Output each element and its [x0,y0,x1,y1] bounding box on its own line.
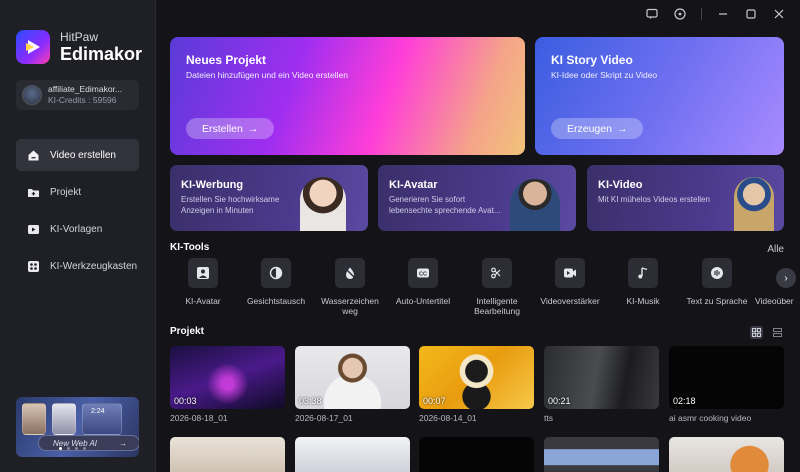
carousel-dots [59,447,86,450]
painting-image [734,177,774,231]
sidebar: HitPaw Edimakor affiliate_Edimakor... KI… [0,0,156,472]
project-item[interactable]: 00:21 tts [544,346,659,423]
feature-subtitle: Mit KI mühelos Videos erstellen [598,195,710,204]
arrow-right-icon: → [247,122,259,135]
projects-title: Projekt [170,326,204,337]
account-name: affiliate_Edimakor... [48,84,123,94]
feature-subtitle: Erstellen Sie hochwirksame Anzeigen in M… [181,195,280,215]
project-item[interactable]: 02:18 ai asmr cooking video [669,346,784,423]
story-video-title: KI Story Video [551,53,633,67]
promo-thumb [52,403,76,435]
project-thumbnail-partial[interactable] [419,437,534,472]
project-thumbnail-partial[interactable] [170,437,285,472]
avatar [22,85,42,105]
tool-text-zu-sprache[interactable]: Text zu Sprache [682,258,752,306]
main-content: Neues Projekt Dateien hinzufügen und ein… [156,0,800,472]
watermark-remove-icon [335,258,365,288]
project-thumbnail: 00:03 [170,346,285,409]
tool-gesichtstausch[interactable]: Gesichtstausch [241,258,311,306]
project-thumbnail: 00:21 [544,346,659,409]
promo-thumb [22,403,46,435]
project-thumbnail: 03:38 [295,346,410,409]
tools-next-button[interactable]: › [776,268,796,288]
promo-time: 2:24 [91,408,105,415]
new-project-title: Neues Projekt [186,53,267,67]
toolbox-icon [26,259,40,273]
video-enhance-icon [555,258,585,288]
generate-button[interactable]: Erzeugen → [551,118,644,139]
template-icon [26,222,40,236]
music-icon [628,258,658,288]
tool-ki-avatar[interactable]: KI-Avatar [168,258,238,306]
sidebar-item-projekt[interactable]: Projekt [16,176,139,208]
project-thumbnail-partial[interactable] [544,437,659,472]
tool-videoverstaerker[interactable]: Videoverstärker [535,258,605,306]
project-thumbnail: 00:07 [419,346,534,409]
grid-view-icon[interactable] [750,326,763,339]
account-card[interactable]: affiliate_Edimakor... KI-Credits : 59596 [16,80,139,110]
face-swap-icon [261,258,291,288]
tts-icon [702,258,732,288]
presenter-image [300,177,346,231]
tools-row: KI-Avatar Gesichtstausch Wasserzeichen w… [168,258,794,318]
tool-intelligente-bearbeitung[interactable]: Intelligente Bearbeitung [462,258,532,316]
svg-text:CC: CC [419,272,427,278]
view-toggle [750,326,784,339]
promo-banner[interactable]: 2:24 New Web AI → [16,397,139,457]
sidebar-item-label: KI-Vorlagen [50,223,103,235]
tool-wasserzeichen-weg[interactable]: Wasserzeichen weg [315,258,385,316]
all-tools-link[interactable]: Alle [767,244,784,255]
brand-line-1: HitPaw [60,30,99,44]
account-credits: KI-Credits : 59596 [48,95,117,105]
ki-werbung-card[interactable]: KI-Werbung Erstellen Sie hochwirksame An… [170,165,368,231]
sidebar-item-label: KI-Werkzeugkasten [50,260,138,272]
sidebar-item-video-erstellen[interactable]: Video erstellen [16,139,139,171]
tool-ki-musik[interactable]: KI-Musik [608,258,678,306]
new-project-card[interactable]: Neues Projekt Dateien hinzufügen und ein… [170,37,525,155]
chevron-right-icon: › [784,272,788,284]
story-video-subtitle: KI-Idee oder Skript zu Video [551,70,658,80]
avatar-icon [188,258,218,288]
sidebar-item-label: Projekt [50,186,82,198]
subtitle-icon: CC [408,258,438,288]
ki-video-card[interactable]: KI-Video Mit KI mühelos Videos erstellen [587,165,784,231]
arrow-right-icon: → [616,122,628,135]
brand: HitPaw Edimakor [16,30,142,64]
project-thumbnail-partial[interactable] [669,437,784,472]
project-item[interactable]: 00:07 2026-08-14_01 [419,346,534,423]
sidebar-item-label: Video erstellen [50,149,116,161]
project-item[interactable]: 00:03 2026-08-18_01 [170,346,285,423]
new-project-subtitle: Dateien hinzufügen und ein Video erstell… [186,70,348,80]
folder-icon [26,185,40,199]
create-button[interactable]: Erstellen → [186,118,275,139]
brand-line-2: Edimakor [60,44,143,64]
arrow-right-icon: → [119,438,128,448]
sidebar-item-ki-werkzeugkasten[interactable]: KI-Werkzeugkasten [16,250,139,282]
project-thumbnail-partial[interactable] [295,437,410,472]
promo-button[interactable]: New Web AI → [38,435,139,451]
app-window: HitPaw Edimakor affiliate_Edimakor... KI… [0,0,800,472]
project-item[interactable]: 03:38 2026-08-17_01 [295,346,410,423]
feature-subtitle: Generieren Sie sofort lebensechte sprech… [389,195,501,215]
project-thumbnail: 02:18 [669,346,784,409]
list-view-icon[interactable] [771,326,784,339]
tools-title: KI-Tools [170,242,210,253]
avatar-image [510,179,560,231]
story-video-card[interactable]: KI Story Video KI-Idee oder Skript zu Vi… [535,37,784,155]
edimakor-logo-icon [16,30,50,64]
sidebar-nav: Video erstellen Projekt KI-Vorlagen KI-W… [16,139,139,287]
sidebar-item-ki-vorlagen[interactable]: KI-Vorlagen [16,213,139,245]
ki-avatar-card[interactable]: KI-Avatar Generieren Sie sofort lebensec… [378,165,576,231]
smart-edit-icon [482,258,512,288]
promo-thumb: 2:24 [82,403,122,435]
home-icon [26,148,40,162]
tool-auto-untertitel[interactable]: CC Auto-Untertitel [388,258,458,306]
